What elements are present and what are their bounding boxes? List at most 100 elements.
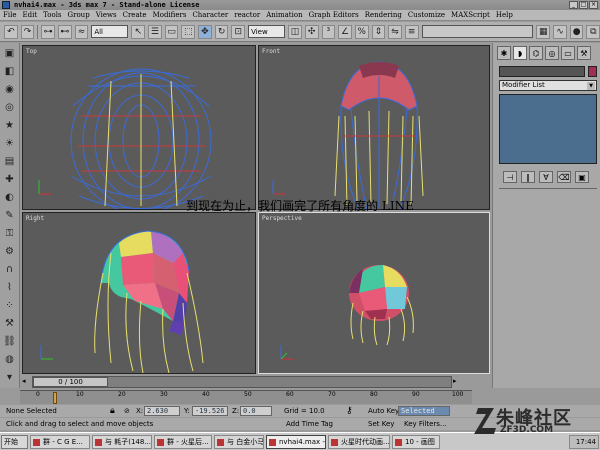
- hammer-icon[interactable]: ⚒: [3, 317, 16, 329]
- menu-animation[interactable]: Animation: [266, 11, 302, 19]
- y-coordinate-field[interactable]: -19.526: [192, 406, 228, 416]
- undo-icon[interactable]: ↶: [4, 24, 18, 39]
- motion-tab-icon[interactable]: ◎: [545, 46, 559, 60]
- time-slider-next-icon[interactable]: ▸: [453, 377, 457, 385]
- taskbar-item[interactable]: 群 - 火星后...: [154, 435, 212, 449]
- align-icon[interactable]: ≡: [404, 24, 419, 39]
- render-scene-icon[interactable]: ⧉: [586, 24, 600, 39]
- select-and-rotate-icon[interactable]: ↻: [214, 24, 229, 39]
- x-coordinate-field[interactable]: 2.630: [144, 406, 180, 416]
- select-object-icon[interactable]: ↖: [131, 24, 146, 39]
- menu-edit[interactable]: Edit: [22, 11, 37, 19]
- show-end-result-icon[interactable]: ∥: [521, 171, 535, 183]
- set-key-button[interactable]: Set Key: [368, 420, 394, 428]
- camera-icon[interactable]: ▤: [3, 155, 16, 167]
- select-and-scale-icon[interactable]: ⊡: [231, 24, 246, 39]
- menu-character[interactable]: Character: [192, 11, 228, 19]
- time-slider[interactable]: 0 / 100: [32, 376, 452, 388]
- modifier-list-dropdown[interactable]: Modifier List ▼: [499, 80, 597, 91]
- create-tab-icon[interactable]: ✱: [497, 46, 511, 60]
- key-filters-button[interactable]: Key Filters...: [404, 420, 447, 428]
- sphere-icon[interactable]: ◉: [3, 83, 16, 95]
- material-editor-icon[interactable]: ●: [569, 24, 584, 39]
- redo-icon[interactable]: ↷: [20, 24, 35, 39]
- taskbar-item[interactable]: 与 白金小马: [214, 435, 264, 449]
- taskbar-item[interactable]: 10 - 画图: [392, 435, 440, 449]
- snap-toggle-icon[interactable]: ³: [321, 24, 336, 39]
- close-button[interactable]: ×: [589, 1, 598, 9]
- magnet-icon[interactable]: ∩: [3, 263, 16, 275]
- mirror-icon[interactable]: ⇋: [388, 24, 402, 39]
- taskbar-item[interactable]: 火星时代动画...: [328, 435, 390, 449]
- remove-modifier-icon[interactable]: ⌫: [557, 171, 571, 183]
- menu-views[interactable]: Views: [96, 11, 117, 19]
- object-color-swatch[interactable]: [588, 66, 597, 77]
- menu-create[interactable]: Create: [123, 11, 147, 19]
- start-button[interactable]: 开始: [1, 435, 28, 449]
- current-frame-marker[interactable]: [53, 392, 57, 404]
- time-slider-thumb[interactable]: 0 / 100: [33, 377, 108, 387]
- cylinder-icon[interactable]: ◧: [3, 65, 16, 77]
- lock-selection-icon[interactable]: 🔒︎: [110, 406, 115, 416]
- viewport-right[interactable]: Right: [22, 212, 256, 374]
- absolute-mode-icon[interactable]: ⊘: [124, 407, 130, 415]
- modifier-stack[interactable]: [499, 94, 597, 164]
- menu-group[interactable]: Group: [68, 11, 90, 19]
- particle-icon[interactable]: ⁘: [3, 299, 16, 311]
- track-bar[interactable]: 0 10 20 30 40 50 60 70 80 90 100: [20, 390, 472, 404]
- geosphere-icon[interactable]: ◎: [3, 101, 16, 113]
- taskbar-item-active[interactable]: nvhai4.max -...: [266, 435, 326, 449]
- chain-icon[interactable]: ⛓: [3, 335, 16, 347]
- menu-tools[interactable]: Tools: [43, 11, 61, 19]
- menu-graph-editors[interactable]: Graph Editors: [309, 11, 359, 19]
- spinner-snap-icon[interactable]: ⇕: [371, 24, 386, 39]
- bone-icon[interactable]: ⌇: [3, 281, 16, 293]
- unlink-icon[interactable]: ⊷: [57, 24, 72, 39]
- star-icon[interactable]: ★: [3, 119, 16, 131]
- taskbar-item[interactable]: 群 - C G E...: [30, 435, 90, 449]
- utilities-tab-icon[interactable]: ⚒: [577, 46, 591, 60]
- window-crossing-icon[interactable]: ⬚: [181, 24, 196, 39]
- viewport-top[interactable]: Top: [22, 45, 256, 210]
- menu-rendering[interactable]: Rendering: [365, 11, 402, 19]
- add-time-tag-button[interactable]: Add Time Tag: [286, 420, 333, 428]
- light-icon[interactable]: ☀: [3, 137, 16, 149]
- viewport-front[interactable]: Front: [258, 45, 490, 210]
- modify-tab-icon[interactable]: ◗: [513, 46, 527, 60]
- more-tools-icon[interactable]: ▾: [3, 371, 16, 383]
- menu-help[interactable]: Help: [496, 11, 513, 19]
- auto-key-button[interactable]: Auto Key: [368, 407, 399, 415]
- menu-file[interactable]: File: [3, 11, 16, 19]
- gear-icon[interactable]: ⚙: [3, 245, 16, 257]
- curve-editor-icon[interactable]: ∿: [553, 24, 567, 39]
- menu-reactor[interactable]: reactor: [234, 11, 260, 19]
- object-name-field[interactable]: [499, 66, 585, 77]
- pivot-center-icon[interactable]: ◫: [288, 24, 302, 39]
- rectangular-selection-icon[interactable]: ▭: [164, 24, 179, 39]
- helper-icon[interactable]: ✚: [3, 173, 16, 185]
- hierarchy-tab-icon[interactable]: ⌬: [529, 46, 543, 60]
- time-slider-prev-icon[interactable]: ◂: [22, 377, 26, 385]
- link-icon[interactable]: ⊶: [41, 24, 55, 39]
- menu-modifiers[interactable]: Modifiers: [153, 11, 187, 19]
- selection-filter-dropdown[interactable]: All: [91, 25, 129, 38]
- configure-sets-icon[interactable]: ▣: [575, 171, 589, 183]
- viewport-perspective[interactable]: Perspective: [258, 212, 490, 374]
- make-unique-icon[interactable]: ∀: [539, 171, 553, 183]
- z-coordinate-field[interactable]: 0.0: [240, 406, 272, 416]
- key-icon[interactable]: ⚷: [346, 406, 353, 416]
- named-selection-sets-dropdown[interactable]: [421, 25, 534, 38]
- manipulate-icon[interactable]: ✣: [304, 24, 319, 39]
- key-icon[interactable]: ⚿: [3, 227, 16, 239]
- select-by-name-icon[interactable]: ☰: [148, 24, 162, 39]
- layer-manager-icon[interactable]: ▦: [536, 24, 551, 39]
- pin-stack-icon[interactable]: ⊣: [503, 171, 517, 183]
- percent-snap-icon[interactable]: %: [354, 24, 369, 39]
- key-mode-dropdown[interactable]: Selected: [398, 406, 450, 416]
- menu-maxscript[interactable]: MAXScript: [451, 11, 490, 19]
- box-icon[interactable]: ▣: [3, 47, 16, 59]
- display-tab-icon[interactable]: ▭: [561, 46, 575, 60]
- maximize-button[interactable]: □: [579, 1, 588, 9]
- bind-space-warp-icon[interactable]: ≈: [74, 24, 89, 39]
- eye-icon[interactable]: ◍: [3, 353, 16, 365]
